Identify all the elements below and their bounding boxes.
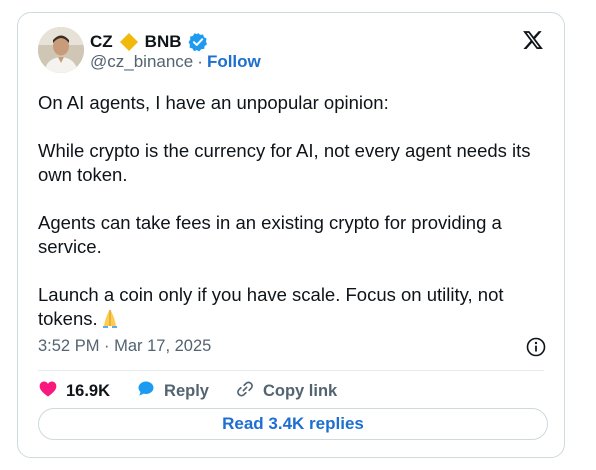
- read-replies-button[interactable]: Read 3.4K replies: [38, 408, 548, 440]
- tweet-paragraph: While crypto is the currency for AI, not…: [38, 140, 531, 185]
- author-name-row[interactable]: CZ BNB: [90, 31, 208, 53]
- link-icon: [235, 379, 255, 404]
- like-button[interactable]: 16.9K: [38, 379, 110, 404]
- author-handle[interactable]: @cz_binance: [90, 52, 193, 72]
- author-org-name[interactable]: BNB: [145, 32, 182, 52]
- tweet-paragraph: Agents can take fees in an existing cryp…: [38, 212, 502, 257]
- reply-label: Reply: [164, 381, 209, 400]
- copy-link-label: Copy link: [262, 381, 338, 400]
- heart-icon: [38, 379, 58, 404]
- tweet-text: On AI agents, I have an unpopular opinio…: [38, 91, 548, 331]
- tweet-timestamp[interactable]: 3:52 PM · Mar 17, 2025: [38, 337, 211, 356]
- x-logo-icon[interactable]: [522, 29, 544, 51]
- handle-separator: ·: [197, 52, 203, 71]
- verified-badge-icon: [188, 32, 208, 52]
- like-count: 16.9K: [66, 381, 111, 400]
- folded-hands-emoji-icon: [100, 308, 120, 328]
- tweet-actions: 16.9K Reply Copy link: [38, 377, 363, 405]
- avatar[interactable]: [38, 27, 84, 73]
- follow-button[interactable]: Follow: [207, 52, 261, 72]
- author-name[interactable]: CZ: [90, 32, 113, 52]
- info-icon[interactable]: [526, 337, 546, 357]
- reply-bubble-icon: [136, 379, 156, 404]
- author-handle-row: @cz_binance · Follow: [90, 52, 261, 72]
- copy-link-button[interactable]: Copy link: [235, 379, 337, 404]
- tweet-paragraph: On AI agents, I have an unpopular opinio…: [38, 92, 389, 113]
- reply-button[interactable]: Reply: [136, 379, 209, 404]
- tweet-card: CZ BNB @cz_binance · Follow On AI agents…: [17, 12, 565, 458]
- divider: [38, 370, 544, 371]
- tweet-paragraph-last: Launch a coin only if you have scale. Fo…: [38, 283, 548, 331]
- bnb-diamond-icon: [119, 32, 139, 52]
